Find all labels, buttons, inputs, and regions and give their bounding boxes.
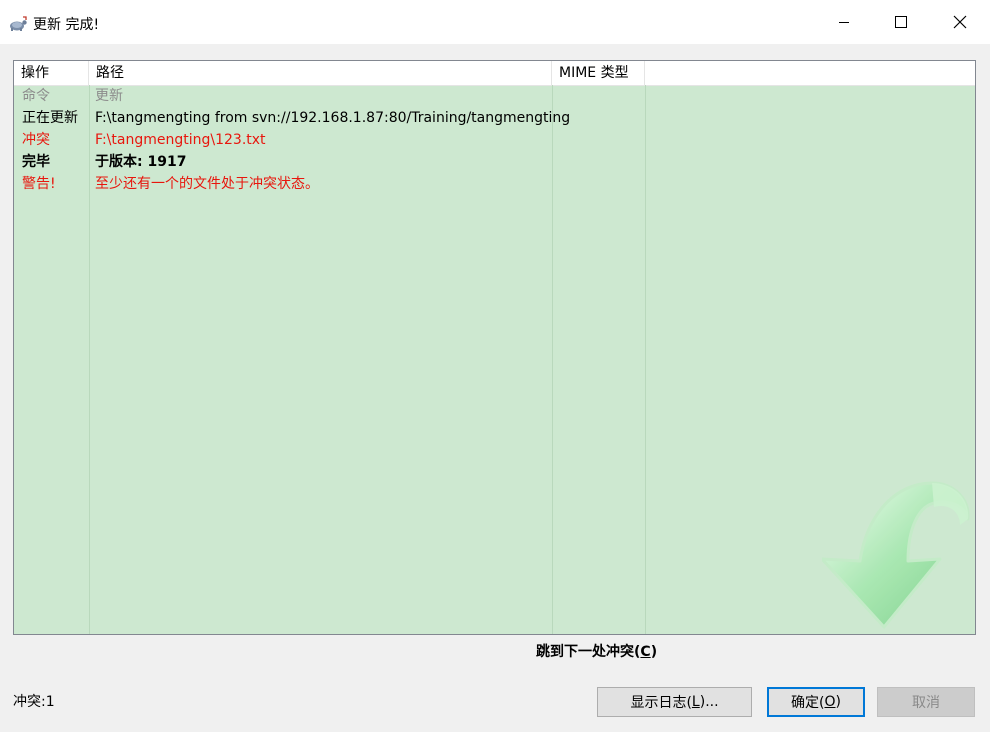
- list-row[interactable]: 警告! 至少还有一个的文件处于冲突状态。: [14, 173, 975, 195]
- maximize-button[interactable]: [872, 0, 930, 44]
- row-path: 于版本: 1917: [95, 154, 187, 170]
- close-button[interactable]: [931, 0, 989, 44]
- show-log-accelerator: L: [691, 694, 700, 710]
- conflict-count-status: 冲突:1: [13, 694, 55, 710]
- window-title: 更新 完成!: [33, 17, 100, 33]
- jump-link-text: 跳到下一处冲突(: [536, 644, 641, 660]
- show-log-label: 显示日志(: [630, 695, 692, 711]
- minimize-icon: [839, 22, 849, 23]
- show-log-suffix: )...: [699, 694, 719, 710]
- column-header-empty: [645, 61, 975, 85]
- list-row[interactable]: 正在更新 F:\tangmengting from svn://192.168.…: [14, 107, 975, 129]
- list-header: 操作 路径 MIME 类型: [14, 61, 975, 86]
- column-header-path[interactable]: 路径: [89, 61, 552, 85]
- column-header-action[interactable]: 操作: [14, 61, 89, 85]
- row-action: 命令: [22, 88, 50, 104]
- tortoisesvn-update-arrow-icon: [822, 481, 970, 629]
- row-action: 警告!: [22, 176, 56, 192]
- ok-suffix: ): [835, 694, 841, 710]
- maximize-icon: [895, 16, 907, 28]
- close-icon: [953, 15, 967, 29]
- jump-link-accelerator: C: [640, 644, 651, 660]
- row-action: 完毕: [22, 154, 50, 170]
- ok-button[interactable]: 确定(O): [767, 687, 865, 717]
- row-action: 正在更新: [22, 110, 78, 126]
- row-action: 冲突: [22, 132, 50, 148]
- row-path: 至少还有一个的文件处于冲突状态。: [95, 176, 319, 192]
- ok-accelerator: O: [824, 694, 836, 710]
- tortoise-icon: [10, 16, 27, 31]
- jump-link-suffix: ): [650, 644, 658, 660]
- jump-to-next-conflict-link[interactable]: 跳到下一处冲突(C): [536, 641, 657, 661]
- cancel-label: 取消: [912, 695, 940, 711]
- list-row[interactable]: 完毕 于版本: 1917: [14, 151, 975, 173]
- column-header-mime[interactable]: MIME 类型: [552, 61, 645, 85]
- title-bar[interactable]: 更新 完成!: [0, 0, 990, 44]
- minimize-button[interactable]: [815, 0, 873, 44]
- row-path: F:\tangmengting\123.txt: [95, 132, 266, 148]
- row-path: 更新: [95, 88, 123, 104]
- list-row[interactable]: 命令 更新: [14, 85, 975, 107]
- update-results-list[interactable]: 操作 路径 MIME 类型 命令 更新 正在更新 F:\tangmengting…: [13, 60, 976, 635]
- show-log-button[interactable]: 显示日志(L)...: [597, 687, 752, 717]
- row-path: F:\tangmengting from svn://192.168.1.87:…: [95, 110, 571, 126]
- ok-label: 确定(: [791, 695, 825, 711]
- list-row[interactable]: 冲突 F:\tangmengting\123.txt: [14, 129, 975, 151]
- cancel-button[interactable]: 取消: [877, 687, 975, 717]
